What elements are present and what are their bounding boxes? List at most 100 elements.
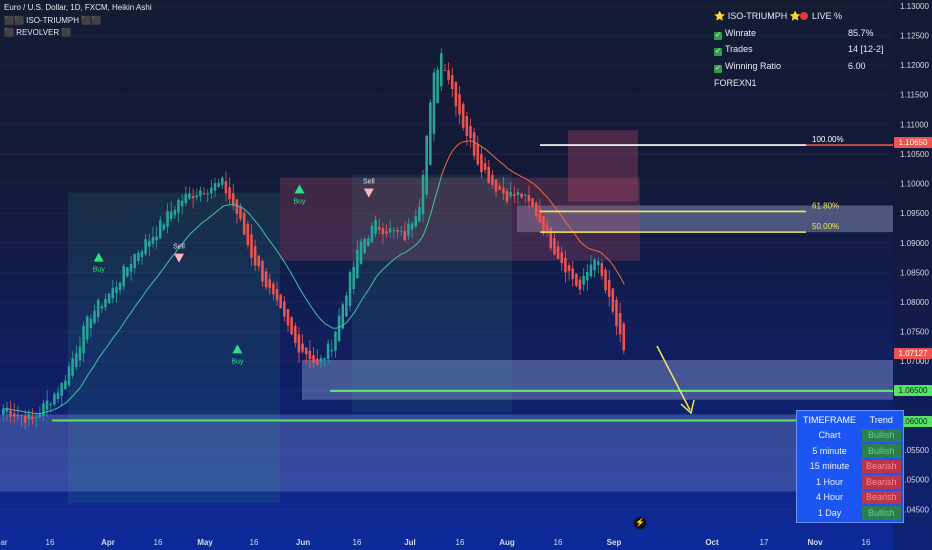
candle-body: [607, 279, 611, 297]
y-tick-label: 1.12500: [900, 32, 929, 41]
candle-body: [246, 223, 250, 246]
sell-label: Sell: [173, 244, 185, 251]
tf-cell: 1 Day: [817, 507, 842, 518]
candle-body: [531, 198, 534, 207]
tradingview-logo-icon[interactable]: ⚡: [634, 517, 646, 529]
trend-cell: Bearish: [862, 475, 901, 489]
candle-body: [279, 294, 282, 309]
candle-body: [319, 358, 323, 362]
price-label-fib-100: 1.10650: [894, 137, 932, 148]
check-icon: ✓: [714, 48, 722, 57]
candle-body: [290, 317, 293, 335]
candle-body: [509, 192, 512, 197]
candle-body: [367, 238, 370, 246]
trend-cell: Bullish: [862, 428, 901, 442]
timeframe-trend-table: TIMEFRAME Trend Chart Bullish 5 minute Bull…: [796, 410, 904, 523]
candle-body: [596, 261, 600, 265]
stat-row-winrate: ✓ Winrate 85.7%: [714, 25, 884, 42]
candle-body: [199, 190, 202, 197]
y-tick-label: 1.04500: [900, 505, 929, 514]
candle-body: [93, 310, 96, 324]
candle-body: [239, 206, 242, 220]
candle-body: [381, 228, 385, 235]
candle-body: [436, 69, 439, 104]
candle-body: [115, 287, 118, 294]
candle-body: [210, 187, 213, 194]
stat-value: 6.00: [848, 61, 866, 72]
table-row: 1 Hour Bearish: [799, 475, 901, 489]
live-dot-icon: [800, 12, 808, 20]
candle-body: [593, 259, 596, 271]
candle-body: [89, 318, 93, 329]
candle-body: [297, 334, 301, 353]
candle-body: [505, 190, 509, 202]
stat-label: Winrate: [725, 27, 757, 38]
trend-cell: Bullish: [862, 506, 901, 520]
candle-body: [202, 193, 206, 195]
stats-panel: ⭐ ISO-TRIUMPH ⭐ LIVE % ✓ Winrate 85.7% ✓ Tr…: [714, 8, 884, 91]
candle-body: [586, 272, 589, 281]
indicator-revolver[interactable]: ⬛ REVOLVER ⬛: [4, 28, 71, 37]
x-tick-label: 16: [554, 538, 563, 547]
candle-body: [410, 223, 414, 230]
y-tick-label: 1.13000: [900, 2, 929, 11]
candle-body: [476, 143, 480, 165]
candle-body: [111, 287, 115, 299]
candle-body: [231, 193, 235, 206]
y-tick-label: 1.09500: [900, 209, 929, 218]
candle-body: [195, 195, 198, 198]
trend-cell: Bearish: [862, 459, 901, 473]
x-tick-label: 16: [862, 538, 871, 547]
candle-body: [166, 211, 169, 227]
stat-label: Winning Ratio: [725, 61, 782, 72]
candle-body: [264, 271, 268, 288]
x-tick-label: Jun: [296, 538, 310, 547]
candle-body: [301, 343, 304, 352]
candle-body: [432, 72, 436, 134]
x-tick-label: 16: [353, 538, 362, 547]
x-tick-label: May: [197, 538, 213, 547]
candle-body: [377, 226, 381, 230]
candle-body: [516, 192, 520, 196]
candle-body: [49, 403, 52, 406]
candle-body: [615, 299, 618, 327]
candle-body: [31, 416, 34, 420]
candle-body: [2, 408, 5, 415]
candle-body: [184, 194, 188, 204]
y-tick-label: 1.08500: [900, 268, 929, 277]
candle-body: [75, 353, 78, 368]
indicator-iso-triumph[interactable]: ⬛⬛ ISO-TRIUMPH ⬛⬛: [4, 16, 101, 25]
stats-title-row: ⭐ ISO-TRIUMPH ⭐ LIVE %: [714, 8, 884, 25]
candle-body: [513, 194, 516, 197]
candle-body: [527, 194, 531, 202]
candle-body: [5, 409, 9, 412]
chart-stage: 100.00% 61.80% 50.00% Buy Sell Buy Buy Sell 1.…: [0, 0, 932, 550]
candle-body: [191, 196, 195, 199]
candle-body: [158, 220, 162, 239]
candle-body: [542, 215, 545, 234]
check-icon: ✓: [714, 31, 722, 40]
candle-body: [604, 269, 607, 291]
stat-label: Trades: [725, 44, 753, 55]
candle-body: [118, 282, 122, 291]
candle-body: [294, 325, 297, 343]
candle-body: [257, 255, 261, 267]
candle-body: [567, 265, 571, 272]
candle-body: [96, 300, 100, 318]
candle-body: [392, 229, 396, 231]
candle-body: [53, 393, 56, 405]
x-tick-label: ar: [0, 538, 7, 547]
stats-title: ⭐ ISO-TRIUMPH ⭐: [714, 11, 801, 21]
candle-body: [9, 410, 12, 417]
candle-body: [213, 183, 217, 191]
candle-body: [140, 251, 144, 257]
y-tick-label: 1.12000: [900, 61, 929, 70]
candle-body: [494, 179, 498, 192]
candle-body: [224, 181, 228, 194]
candle-body: [352, 267, 355, 289]
candle-body: [334, 331, 337, 351]
candle-body: [480, 154, 483, 173]
candle-body: [363, 238, 366, 253]
candle-body: [429, 102, 432, 166]
candle-body: [330, 349, 334, 352]
